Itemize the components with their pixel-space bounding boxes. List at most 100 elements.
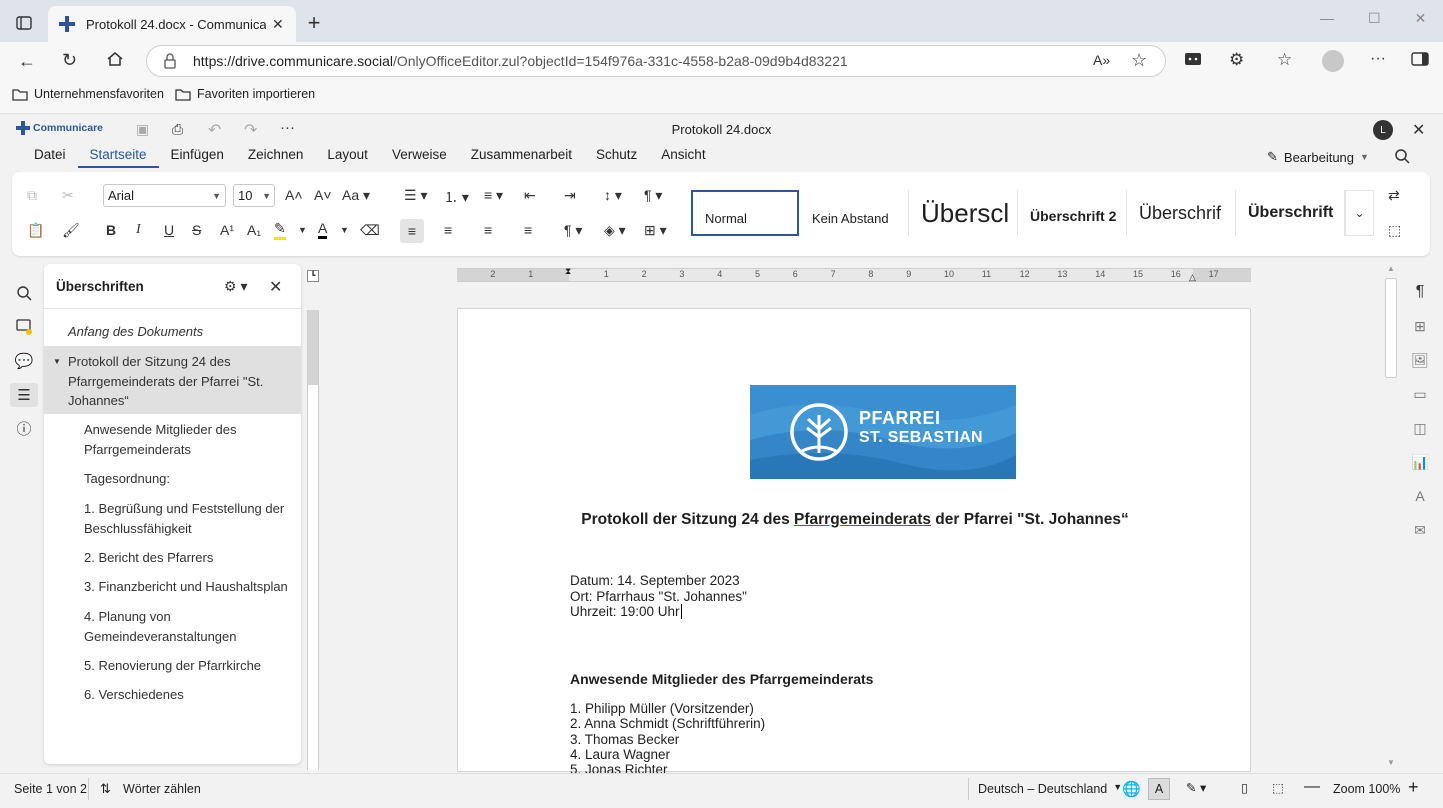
shape-settings-icon[interactable]: ◫ [1410,418,1430,438]
document-page[interactable]: PFARREI ST. SEBASTIAN Protokoll der Sitz… [457,308,1251,777]
nav-item-document-start[interactable]: Anfang des Dokuments [44,322,301,342]
settings-sliders-icon[interactable]: ⚙ ▾ [224,278,247,295]
paragraph-settings-icon[interactable]: ¶ [1410,282,1430,302]
decrease-indent-icon[interactable]: ⇤ [524,187,536,204]
borders-icon[interactable]: ⊞ ▾ [644,222,667,239]
copy-icon[interactable]: ⧉ [27,187,37,204]
chat-icon[interactable]: 💬 [14,351,34,371]
menu-file[interactable]: Datei [22,147,78,168]
nav-item-agenda-5[interactable]: 5. Renovierung der Pfarrkirche [44,656,301,676]
font-size-select[interactable]: 10 ▼ [233,184,275,207]
comments-icon[interactable] [14,317,34,337]
subscript-icon[interactable]: A₁ [247,222,261,238]
mode-selector[interactable]: ✎ Bearbeitung ▼ [1267,149,1369,165]
nav-item-agenda-1[interactable]: 1. Begrüßung und Feststellung der Beschl… [44,499,301,538]
sidebar-toggle-icon[interactable] [1411,51,1429,67]
nav-item-agenda-6[interactable]: 6. Verschiedenes [44,685,301,705]
nav-item-agenda[interactable]: Tagesordnung: [44,469,301,489]
track-changes-icon[interactable]: ✎ ▾ [1186,780,1206,795]
fit-page-icon[interactable]: ▯ [1241,780,1248,795]
header-footer-icon[interactable]: ▭ [1410,384,1430,404]
paste-icon[interactable]: 📋 [27,222,44,239]
align-right-icon[interactable]: ≡ [484,222,492,238]
underline-icon[interactable]: U [164,222,174,238]
favorites-list-icon[interactable]: ☆ [1277,50,1292,70]
info-icon[interactable]: ⓘ [14,418,34,438]
cut-icon[interactable]: ✂ [62,187,74,204]
image-settings-icon[interactable]: 🖼 [1410,350,1430,370]
maximize-icon[interactable]: ☐ [1368,10,1381,27]
style-normal[interactable]: Normal [691,190,799,236]
back-icon[interactable]: ← [18,51,36,72]
bullet-list-icon[interactable]: ☰ ▾ [404,187,427,204]
menu-home[interactable]: Startseite [77,147,159,168]
style-heading-2[interactable]: Überschrift 2 [1018,190,1127,236]
italic-icon[interactable]: I [136,222,141,238]
change-case-icon[interactable]: Aa ▾ [342,187,370,204]
chart-settings-icon[interactable]: 📊 [1410,452,1430,472]
style-gallery-expand-icon[interactable]: ⌄ [1345,190,1374,236]
menu-references[interactable]: Verweise [380,147,459,168]
menu-collaboration[interactable]: Zusammenarbeit [459,147,584,168]
fit-width-icon[interactable]: ⬚ [1272,780,1284,795]
font-color-icon[interactable]: A [318,220,328,239]
strikethrough-icon[interactable]: S [192,222,201,238]
close-panel-icon[interactable]: ✕ [269,277,282,297]
search-icon[interactable] [1394,148,1410,164]
new-tab-button[interactable]: + [304,10,324,35]
reload-icon[interactable]: ↻ [62,50,77,71]
right-indent-marker[interactable]: △ [1189,272,1196,283]
favorite-folder-1[interactable]: Unternehmensfavoriten [12,87,164,101]
style-heading-1[interactable]: Überscl [909,190,1018,236]
format-painter-icon[interactable]: 🖌 [62,222,80,239]
expand-arrow-icon[interactable]: ▼ [53,352,61,372]
page-indicator[interactable]: Seite 1 von 2 [14,782,87,796]
menu-draw[interactable]: Zeichnen [236,147,316,168]
chevron-down-icon[interactable]: ▼ [340,225,349,235]
align-left-icon[interactable]: ≡ [400,219,424,243]
word-count-button[interactable]: Wörter zählen [123,782,201,796]
decrease-font-icon[interactable]: A˅ [314,187,332,203]
globe-icon[interactable]: 🌐 [1122,780,1141,798]
align-center-icon[interactable]: ≡ [444,222,452,238]
paragraph-direction-icon[interactable]: ¶ ▾ [644,187,662,204]
numbered-list-icon[interactable]: ⒈ ▾ [444,187,469,207]
scroll-down-icon[interactable]: ▼ [1387,758,1395,767]
extension-icon[interactable] [1184,51,1202,67]
close-editor-icon[interactable]: ✕ [1412,120,1425,140]
navigation-icon[interactable]: ☰ [10,383,38,407]
scroll-up-icon[interactable]: ▲ [1387,264,1395,273]
vertical-ruler[interactable] [307,310,319,770]
mail-merge-icon[interactable]: ✉ [1410,520,1430,540]
menu-view[interactable]: Ansicht [649,147,717,168]
style-no-spacing[interactable]: Kein Abstand [800,190,909,236]
scroll-thumb[interactable] [1385,278,1397,378]
lock-icon[interactable] [163,53,177,69]
read-aloud-icon[interactable]: A» [1093,52,1110,68]
close-tab-icon[interactable]: ✕ [272,16,284,33]
justify-icon[interactable]: ≡ [524,222,532,238]
first-line-indent-marker[interactable]: ⧗ [565,266,571,277]
more-menu-icon[interactable]: ··· [1370,50,1386,68]
extensions-puzzle-icon[interactable]: ⚙ [1229,50,1244,70]
nav-item-title[interactable]: ▼ Protokoll der Sitzung 24 des Pfarrgeme… [44,346,301,414]
multilevel-list-icon[interactable]: ≡ ▾ [484,187,503,204]
nav-item-agenda-2[interactable]: 2. Bericht des Pfarrers [44,548,301,568]
browser-tab-active[interactable]: Protokoll 24.docx - Communicare ✕ [48,6,296,42]
nav-item-agenda-4[interactable]: 4. Planung von Gemeindeveranstaltungen [44,607,301,646]
style-heading-3[interactable]: Überschrif [1127,190,1236,236]
profile-avatar[interactable] [1322,50,1344,72]
nav-item-members[interactable]: Anwesende Mitglieder des Pfarrgemeindera… [44,420,301,459]
close-window-icon[interactable]: ✕ [1415,10,1427,27]
user-avatar[interactable]: L [1373,120,1393,140]
favorite-import[interactable]: Favoriten importieren [175,87,315,101]
highlight-color-icon[interactable]: ✎ [274,220,286,240]
superscript-icon[interactable]: A¹ [220,222,234,238]
increase-indent-icon[interactable]: ⇥ [564,187,576,204]
increase-font-icon[interactable]: A˄ [285,187,303,203]
font-name-select[interactable]: Arial ▼ [103,184,226,207]
document-scrollbar[interactable]: ▲ ▼ [1385,264,1397,772]
zoom-out-icon[interactable]: — [1304,778,1320,796]
tab-actions-icon[interactable] [14,13,34,33]
nav-item-agenda-3[interactable]: 3. Finanzbericht und Haushaltsplan [44,577,301,597]
